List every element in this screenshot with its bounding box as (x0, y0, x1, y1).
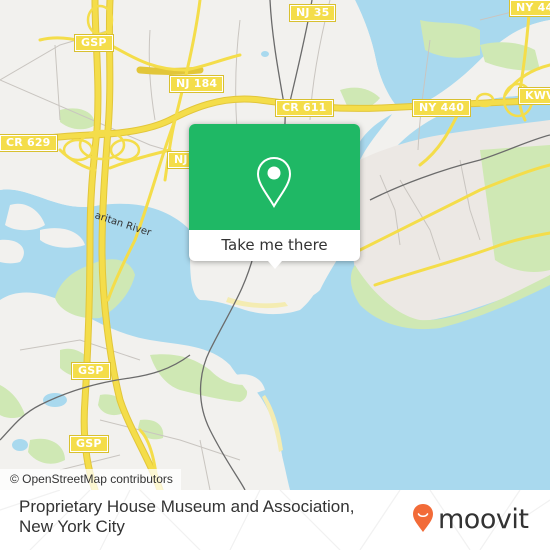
road-shield-kwvp: KWVP (517, 87, 550, 105)
footer: Proprietary House Museum and Association… (0, 490, 550, 550)
moovit-wordmark: moovit (438, 504, 529, 535)
moovit-pin-icon (412, 503, 434, 537)
road-shield-nj184: NJ 184 (168, 75, 225, 93)
road-shield-nj35: NJ 35 (288, 4, 337, 22)
map-canvas[interactable]: NJ 35 GSP NJ 184 CR 611 NY 440 NY 440 KW… (0, 0, 550, 490)
road-shield-cr611: CR 611 (275, 99, 334, 117)
road-shield-gsp: GSP (71, 362, 111, 380)
moovit-logo[interactable]: moovit (412, 503, 529, 537)
road-shield-gsp: GSP (74, 34, 114, 52)
location-popup: Take me there (189, 124, 360, 269)
popup-header (189, 124, 360, 230)
place-name: Proprietary House Museum and Association… (19, 497, 355, 536)
take-me-there-button[interactable]: Take me there (189, 230, 360, 261)
road-shield-ny440: NY 440 (411, 99, 472, 117)
road-shield-cr629: CR 629 (0, 134, 58, 152)
map-attribution[interactable]: © OpenStreetMap contributors (0, 469, 181, 490)
road-shield-ny440: NY 440 (508, 0, 550, 17)
road-shield-gsp: GSP (69, 435, 109, 453)
popup-pointer (268, 261, 282, 269)
